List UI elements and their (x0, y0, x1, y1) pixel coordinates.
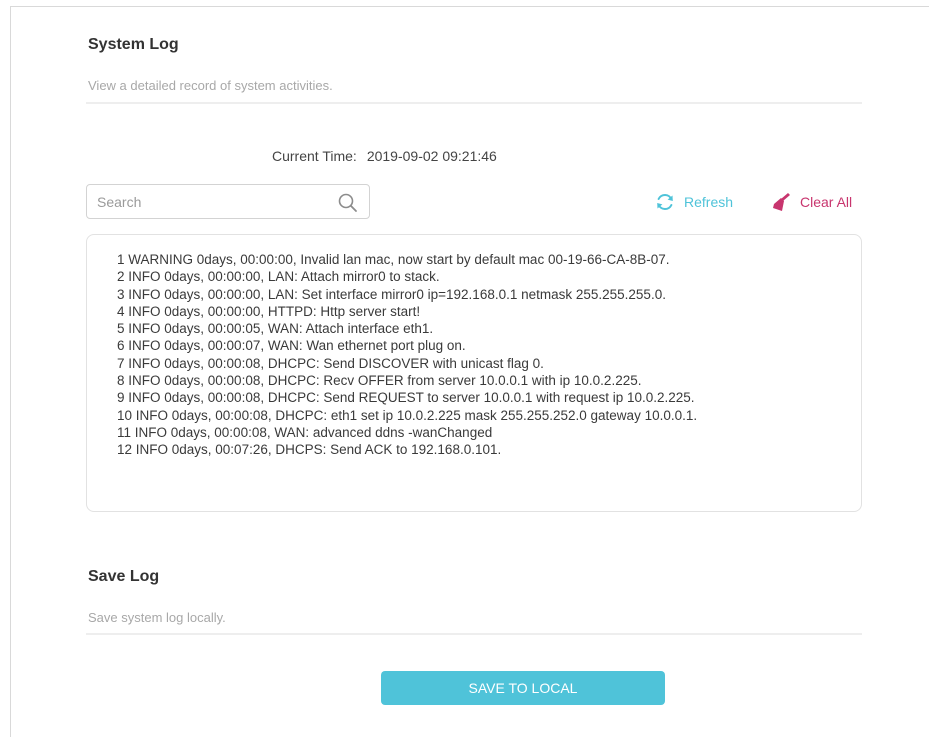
save-log-title: Save Log (88, 568, 160, 585)
search-input[interactable] (97, 191, 327, 213)
log-box[interactable]: 1 WARNING 0days, 00:00:00, Invalid lan m… (86, 234, 862, 512)
clear-all-button[interactable]: Clear All (772, 190, 852, 214)
system-log-title: System Log (88, 36, 179, 53)
refresh-label: Refresh (684, 194, 734, 210)
current-time-value: 2019-09-02 09:21:46 (366, 148, 497, 164)
log-entry: 1 WARNING 0days, 00:00:00, Invalid lan m… (117, 252, 670, 267)
save-log-description: Save system log locally. (88, 610, 226, 625)
current-time: Current Time: 2019-09-02 09:21:46 (272, 148, 497, 164)
refresh-button[interactable]: Refresh (654, 190, 733, 214)
log-entry: 10 INFO 0days, 00:00:08, DHCPC: eth1 set… (117, 407, 698, 423)
broom-icon (773, 193, 790, 211)
system-log-divider (86, 102, 862, 104)
log-entry: 9 INFO 0days, 00:00:08, DHCPC: Send REQU… (117, 390, 695, 406)
log-entry: 12 INFO 0days, 00:07:26, DHCPS: Send ACK… (117, 442, 502, 458)
log-entry: 3 INFO 0days, 00:00:00, LAN: Set interfa… (117, 286, 666, 302)
clear-all-label: Clear All (800, 194, 853, 210)
log-entry: 4 INFO 0days, 00:00:00, HTTPD: Http serv… (117, 303, 421, 319)
log-entry: 5 INFO 0days, 00:00:05, WAN: Attach inte… (117, 321, 434, 337)
log-entry: 7 INFO 0days, 00:00:08, DHCPC: Send DISC… (117, 355, 544, 371)
refresh-icon (657, 193, 673, 211)
log-entry: 11 INFO 0days, 00:00:08, WAN: advanced d… (117, 424, 493, 440)
save-to-local-button[interactable]: SAVE TO LOCAL (381, 671, 665, 705)
log-entry: 2 INFO 0days, 00:00:00, LAN: Attach mirr… (117, 269, 440, 285)
save-log-divider (86, 633, 862, 635)
log-list: 1 WARNING 0days, 00:00:00, Invalid lan m… (87, 235, 861, 459)
log-entry: 8 INFO 0days, 00:00:08, DHCPC: Recv OFFE… (117, 373, 642, 389)
current-time-label: Current Time: (272, 148, 357, 164)
log-entry: 6 INFO 0days, 00:00:07, WAN: Wan etherne… (117, 338, 466, 354)
search-icon[interactable] (337, 192, 359, 214)
search-box[interactable] (86, 184, 370, 219)
system-log-description: View a detailed record of system activit… (88, 78, 333, 93)
